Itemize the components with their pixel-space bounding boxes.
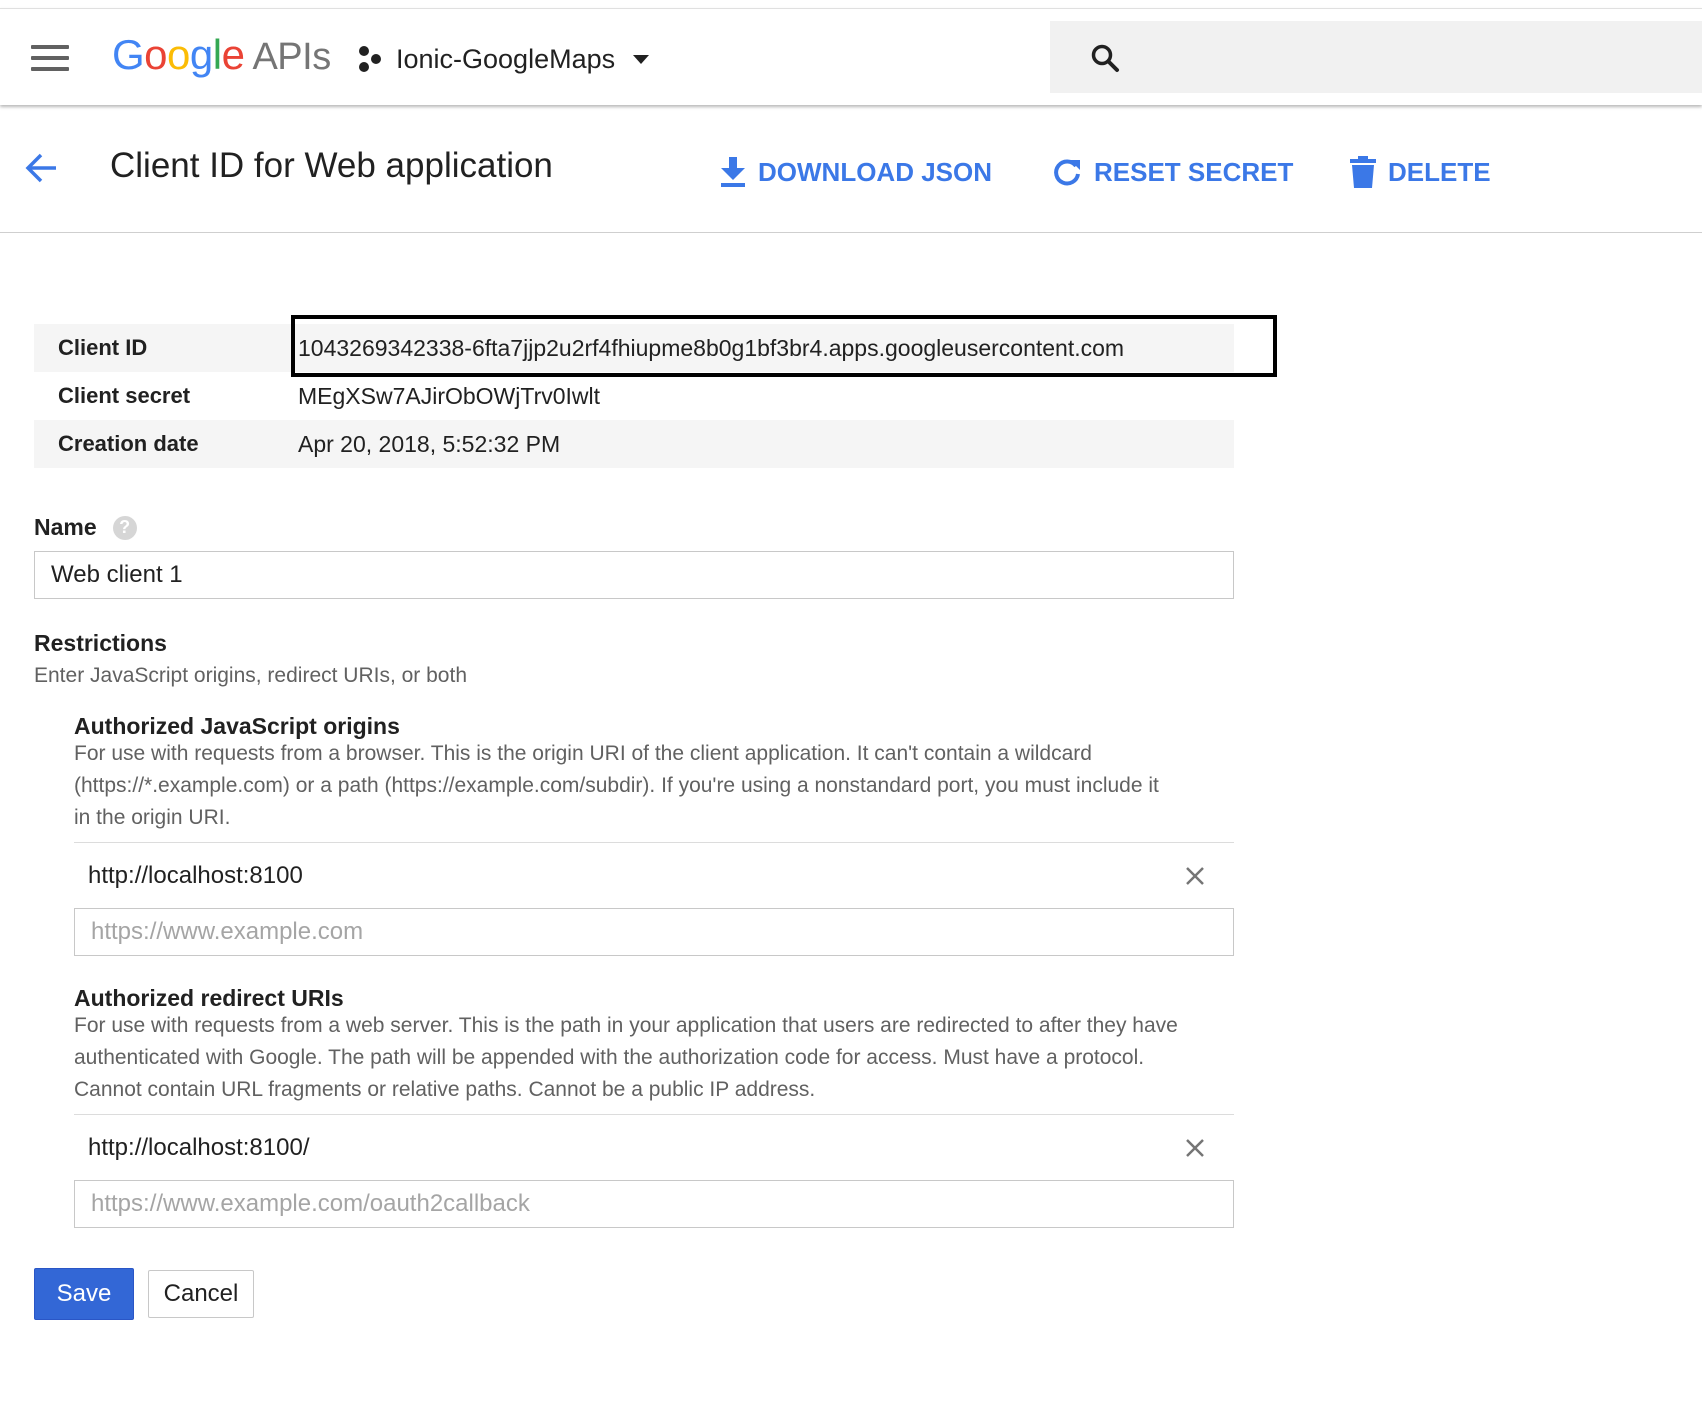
hamburger-menu-icon[interactable]: [31, 45, 69, 71]
delete-button[interactable]: DELETE: [1350, 154, 1491, 190]
download-json-label: DOWNLOAD JSON: [758, 156, 992, 187]
download-icon: [721, 157, 745, 187]
creation-date-row: Creation date Apr 20, 2018, 5:52:32 PM: [34, 420, 1234, 468]
client-secret-value[interactable]: MEgXSw7AJirObOWjTrv0Iwlt: [298, 383, 600, 410]
redirect-uris-title: Authorized redirect URIs: [74, 985, 344, 1011]
js-origins-description: For use with requests from a browser. Th…: [74, 738, 1254, 834]
creation-date-value: Apr 20, 2018, 5:52:32 PM: [298, 430, 561, 457]
project-selector[interactable]: Ionic-GoogleMaps: [356, 39, 650, 79]
top-app-bar: G o o g l e APIs Ionic-GoogleMaps: [0, 8, 1702, 105]
js-origin-uri: http://localhost:8100: [88, 862, 303, 889]
redirect-uri: http://localhost:8100/: [88, 1134, 310, 1161]
client-id-label: Client ID: [58, 335, 148, 360]
name-label-text: Name: [34, 514, 97, 540]
page-title: Client ID for Web application: [110, 146, 553, 185]
name-input[interactable]: [34, 551, 1234, 599]
client-id-value[interactable]: 1043269342338-6fta7jjp2u2rf4fhiupme8b0g1…: [298, 335, 1124, 362]
project-name: Ionic-GoogleMaps: [396, 43, 616, 74]
delete-label: DELETE: [1388, 156, 1491, 187]
close-icon[interactable]: [1184, 865, 1206, 887]
redirect-uri-item: http://localhost:8100/: [74, 1117, 1234, 1179]
back-arrow-icon[interactable]: [24, 150, 60, 186]
restrictions-description: Enter JavaScript origins, redirect URIs,…: [34, 664, 468, 687]
page-header: Client ID for Web application DOWNLOAD J…: [0, 104, 1702, 233]
divider: [74, 1114, 1234, 1115]
redirect-uris-description-line: authenticated with Google. The path will…: [74, 1046, 1145, 1069]
name-field-label: Name ?: [34, 514, 137, 541]
js-origins-description-line: in the origin URI.: [74, 806, 231, 829]
search-icon[interactable]: [1090, 43, 1120, 73]
search-bar[interactable]: [1050, 21, 1702, 93]
client-id-row: Client ID 1043269342338-6fta7jjp2u2rf4fh…: [34, 324, 1234, 372]
download-json-button[interactable]: DOWNLOAD JSON: [720, 154, 992, 190]
js-origins-description-line: For use with requests from a browser. Th…: [74, 742, 1092, 765]
close-icon[interactable]: [1184, 1137, 1206, 1159]
client-secret-row: Client secret MEgXSw7AJirObOWjTrv0Iwlt: [34, 372, 1234, 420]
logo-apis-text: APIs: [252, 36, 331, 78]
restrictions-title: Restrictions: [34, 630, 167, 656]
js-origins-title: Authorized JavaScript origins: [74, 713, 400, 739]
redirect-uris-description-line: Cannot contain URL fragments or relative…: [74, 1078, 816, 1101]
client-secret-label: Client secret: [58, 383, 191, 408]
client-info-table: Client ID 1043269342338-6fta7jjp2u2rf4fh…: [34, 324, 1234, 468]
js-origin-item: http://localhost:8100: [74, 845, 1234, 907]
save-button[interactable]: Save: [34, 1268, 134, 1320]
creation-date-label: Creation date: [58, 431, 199, 456]
refresh-icon: [1054, 159, 1080, 186]
js-origin-input[interactable]: [74, 908, 1234, 956]
logo-letter-l: l: [212, 31, 222, 78]
logo-letter-g: g: [189, 31, 213, 78]
reset-secret-button[interactable]: RESET SECRET: [1052, 154, 1293, 190]
logo-letter-o: o: [167, 31, 190, 78]
redirect-uri-input[interactable]: [74, 1180, 1234, 1228]
trash-icon: [1350, 156, 1376, 188]
logo-letter-o: o: [144, 31, 168, 78]
redirect-uris-description-line: For use with requests from a web server.…: [74, 1014, 1178, 1037]
divider: [74, 842, 1234, 843]
logo-letter-e: e: [221, 31, 245, 78]
help-icon[interactable]: ?: [112, 515, 137, 540]
js-origins-description-line: (https://*.example.com) or a path (https…: [74, 774, 1159, 797]
google-apis-logo[interactable]: G o o g l e APIs: [112, 31, 331, 81]
cancel-button[interactable]: Cancel: [148, 1270, 254, 1318]
logo-letter-g: G: [112, 31, 145, 78]
chevron-down-icon: [633, 54, 650, 64]
redirect-uris-description: For use with requests from a web server.…: [74, 1010, 1254, 1106]
project-hexagon-icon: [359, 46, 381, 72]
reset-secret-label: RESET SECRET: [1094, 156, 1294, 187]
